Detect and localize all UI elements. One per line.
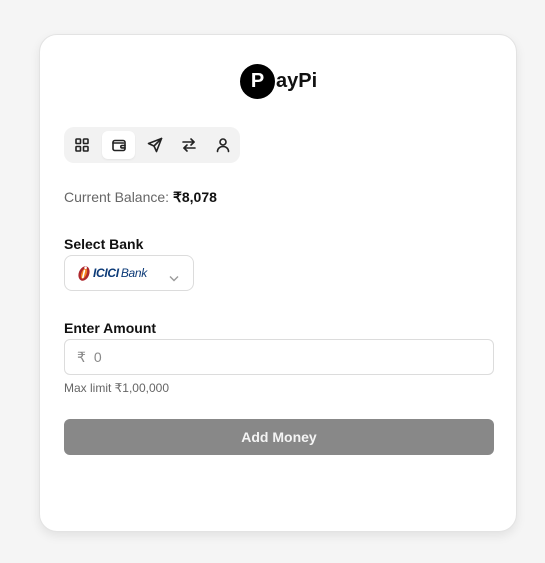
nav-tabs [64, 127, 240, 163]
icici-logo-icon [78, 266, 90, 281]
tab-profile[interactable] [209, 131, 237, 159]
max-limit-hint: Max limit ₹1,00,000 [64, 381, 170, 395]
balance-value: ₹8,078 [172, 189, 217, 205]
bank-dropdown[interactable]: ICICI Bank [64, 255, 194, 291]
add-money-card: P ayPi Current Balance: ₹8,078 Select Ba… [39, 34, 517, 532]
tab-wallet[interactable] [102, 131, 135, 159]
logo-badge: P [240, 64, 275, 99]
chevron-down-icon [169, 269, 179, 282]
logo-text: ayPi [276, 70, 318, 92]
enter-amount-label: Enter Amount [64, 320, 157, 336]
amount-field[interactable]: ₹ [64, 339, 494, 375]
rupee-icon: ₹ [77, 348, 86, 365]
tab-dashboard[interactable] [68, 131, 96, 159]
arrows-exchange-icon [182, 138, 196, 152]
user-icon [216, 138, 230, 153]
bank-name: ICICI Bank [93, 266, 147, 280]
amount-input[interactable] [93, 349, 474, 365]
tab-send[interactable] [141, 131, 169, 159]
select-bank-label: Select Bank [64, 236, 144, 252]
wallet-icon [111, 139, 126, 152]
add-money-button[interactable]: Add Money [64, 419, 494, 455]
app-logo: P ayPi [240, 64, 317, 99]
tab-transfer[interactable] [175, 131, 203, 159]
send-icon [147, 137, 163, 153]
grid-icon [75, 138, 89, 152]
balance-label: Current Balance: [64, 189, 173, 205]
current-balance: Current Balance: ₹8,078 [64, 189, 217, 206]
icici-bank-logo: ICICI Bank [77, 264, 147, 282]
